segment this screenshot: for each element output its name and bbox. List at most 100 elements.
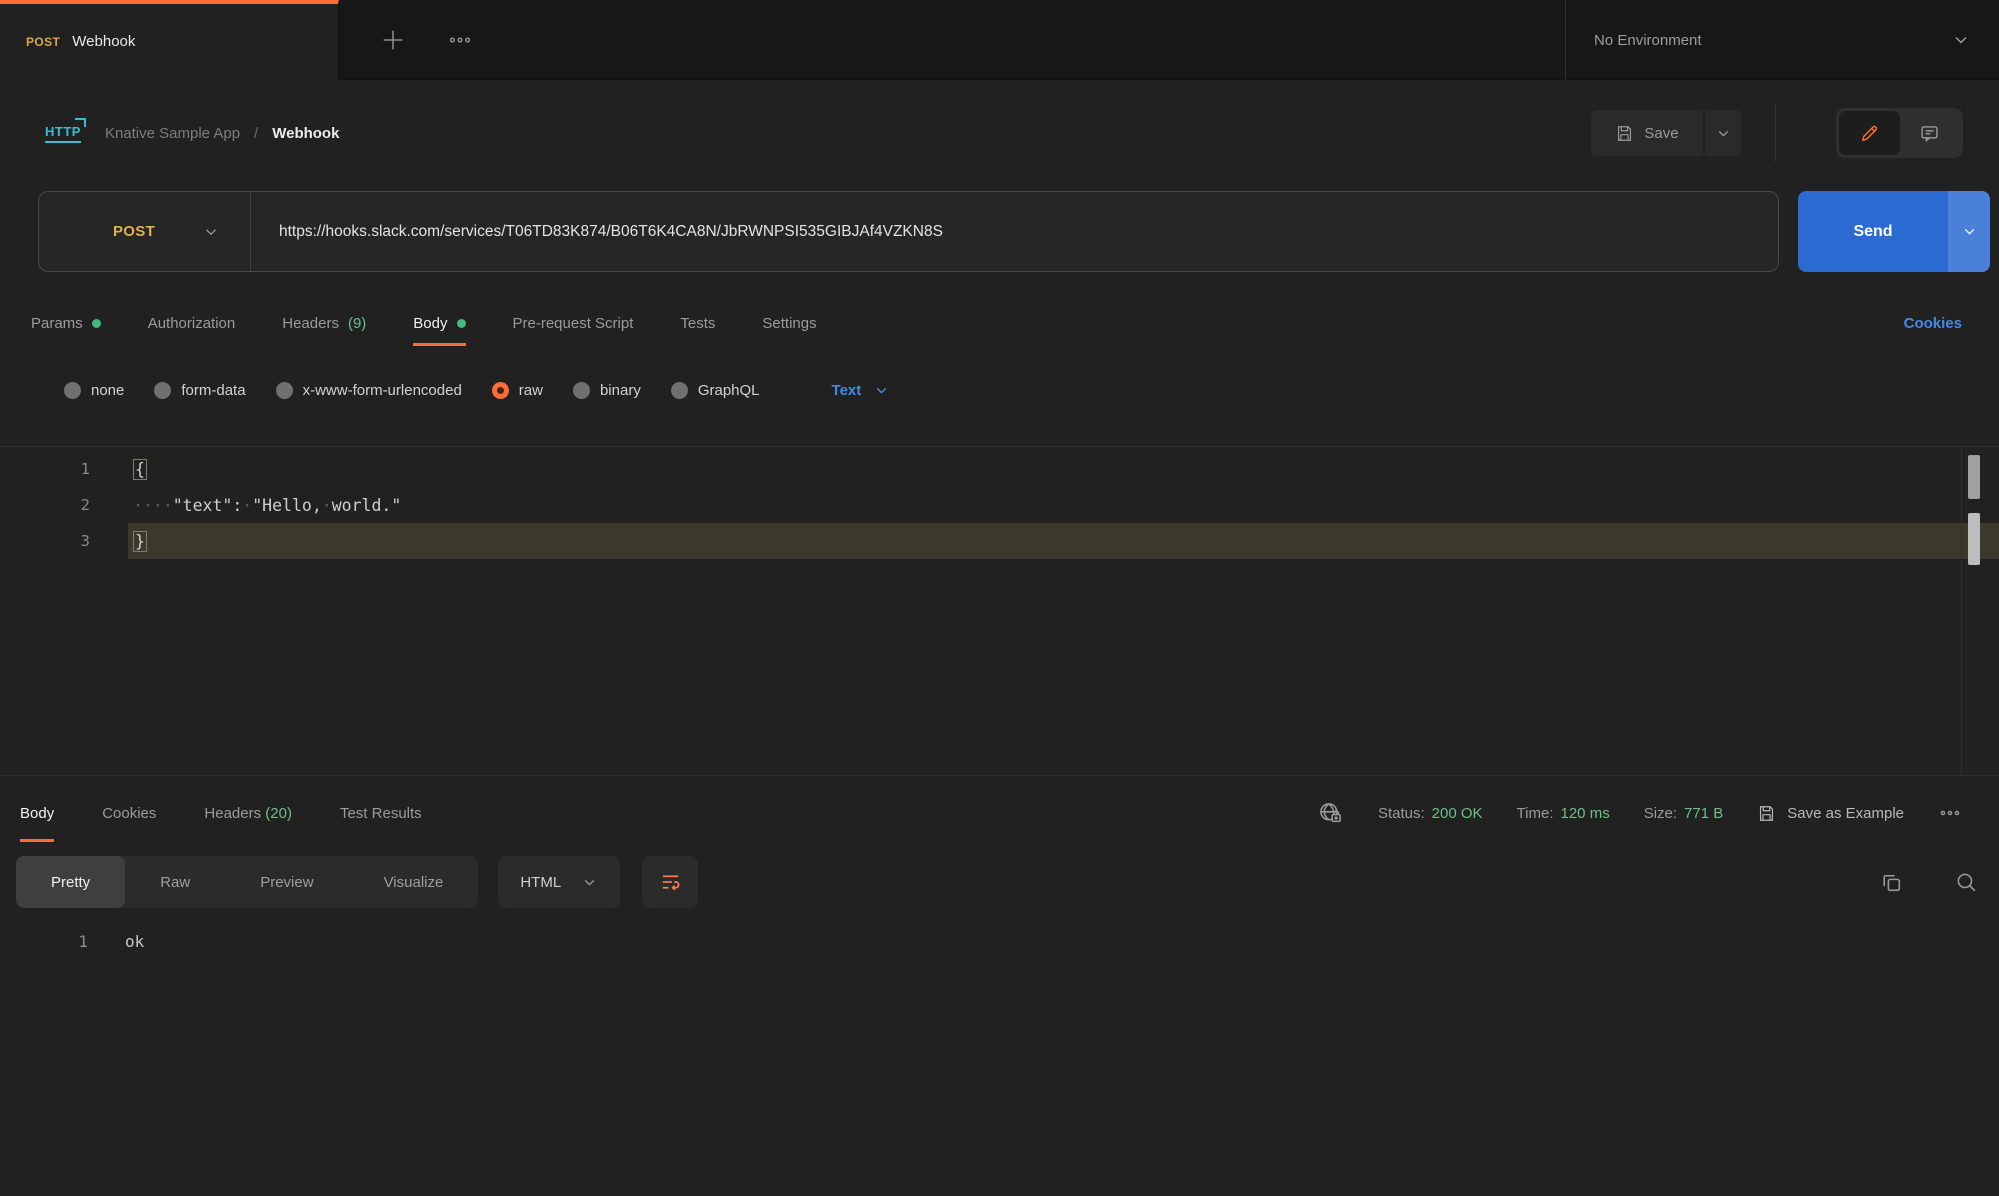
radio-graphql	[671, 382, 688, 399]
mode-binary-label: binary	[600, 382, 641, 399]
view-preview[interactable]: Preview	[225, 856, 348, 908]
save-button[interactable]: Save	[1591, 110, 1703, 156]
response-tab-headers[interactable]: Headers (20)	[204, 776, 292, 850]
radio-none	[64, 382, 81, 399]
tab-headers[interactable]: Headers (9)	[282, 300, 366, 346]
save-floppy-icon	[1615, 124, 1634, 143]
time-label: Time:	[1517, 805, 1554, 822]
response-meta: Status: 200 OK Time: 120 ms Size: 771 B …	[1317, 776, 1962, 850]
scrollbar-decoration	[1968, 455, 1980, 499]
response-tab-test-results[interactable]: Test Results	[340, 776, 422, 850]
save-as-example-button[interactable]: Save as Example	[1757, 804, 1904, 823]
save-options-caret[interactable]	[1705, 110, 1741, 156]
mode-graphql-label: GraphQL	[698, 382, 760, 399]
response-view-switcher: Pretty Raw Preview Visualize	[16, 856, 478, 908]
tab-settings[interactable]: Settings	[762, 300, 816, 346]
breadcrumb-collection[interactable]: Knative Sample App	[105, 125, 240, 142]
send-button-label: Send	[1853, 223, 1892, 241]
whitespace-dot: ·	[322, 496, 332, 515]
status-badge: Status: 200 OK	[1378, 805, 1483, 822]
network-info-button[interactable]	[1317, 800, 1344, 827]
response-header: Body Cookies Headers (20) Test Results S…	[0, 775, 1999, 850]
search-response-button[interactable]	[1954, 870, 1979, 895]
wrap-lines-button[interactable]	[642, 856, 698, 908]
body-mode-selector: none form-data x-www-form-urlencoded raw…	[64, 368, 890, 412]
pencil-icon	[1859, 123, 1880, 144]
mode-none-label: none	[91, 382, 124, 399]
editor-line-current: 3 }	[0, 523, 1999, 559]
tab-params[interactable]: Params	[31, 300, 101, 346]
raw-language-select[interactable]: Text	[832, 382, 891, 399]
tab-strip: POST Webhook No Environment	[0, 0, 1999, 80]
url-bar: POST	[38, 191, 1779, 272]
scrollbar-decoration	[1968, 513, 1980, 565]
tab-options-button[interactable]	[447, 27, 473, 53]
mode-urlencoded[interactable]: x-www-form-urlencoded	[276, 382, 462, 399]
response-body-line: 1 ok	[0, 922, 144, 960]
response-format-select[interactable]: HTML	[498, 856, 620, 908]
save-floppy-icon	[1757, 804, 1776, 823]
request-tabs: Params Authorization Headers (9) Body Pr…	[0, 300, 1999, 346]
send-options-caret[interactable]	[1948, 191, 1990, 272]
tab-params-label: Params	[31, 315, 83, 332]
method-select[interactable]: POST	[39, 192, 251, 271]
time-value: 120 ms	[1561, 805, 1610, 822]
tab-headers-label: Headers	[282, 315, 339, 332]
response-headers-count: (20)	[265, 805, 292, 822]
response-tab-test-results-label: Test Results	[340, 805, 422, 822]
view-visualize[interactable]: Visualize	[349, 856, 479, 908]
time-badge: Time: 120 ms	[1517, 805, 1610, 822]
close-brace: }	[133, 531, 147, 552]
view-pretty[interactable]: Pretty	[16, 856, 125, 908]
new-tab-button[interactable]	[379, 26, 407, 54]
tab-prerequest-label: Pre-request Script	[513, 315, 634, 332]
response-tab-cookies[interactable]: Cookies	[102, 776, 156, 850]
request-body-editor[interactable]: 1 { 2 ····"text":·"Hello,·world." 3 }	[0, 446, 1999, 775]
mode-form-data[interactable]: form-data	[154, 382, 245, 399]
view-raw[interactable]: Raw	[125, 856, 225, 908]
json-key: "text":	[173, 496, 243, 515]
http-protocol-icon: HTTP	[45, 124, 81, 143]
breadcrumb-request-name[interactable]: Webhook	[272, 125, 339, 142]
view-preview-label: Preview	[260, 874, 313, 891]
chevron-down-icon	[873, 382, 890, 399]
response-body-content: ok	[125, 932, 144, 951]
edit-documentation-button[interactable]	[1839, 111, 1900, 155]
tab-method-badge: POST	[26, 35, 60, 49]
tab-tests[interactable]: Tests	[680, 300, 715, 346]
body-modified-dot	[457, 319, 466, 328]
response-tab-body[interactable]: Body	[20, 776, 54, 850]
url-input[interactable]	[251, 223, 1778, 241]
editor-code: {	[133, 460, 147, 479]
tab-tests-label: Tests	[680, 315, 715, 332]
request-tab-webhook[interactable]: POST Webhook	[0, 0, 339, 80]
params-modified-dot	[92, 319, 101, 328]
mode-graphql[interactable]: GraphQL	[671, 382, 760, 399]
comments-button[interactable]	[1900, 111, 1961, 155]
response-tab-body-label: Body	[20, 805, 54, 822]
editor-ruler-border	[1961, 447, 1962, 775]
mode-binary[interactable]: binary	[573, 382, 641, 399]
status-value: 200 OK	[1432, 805, 1483, 822]
environment-selector[interactable]: No Environment	[1565, 0, 1999, 80]
tab-prerequest-script[interactable]: Pre-request Script	[513, 300, 634, 346]
search-icon	[1954, 870, 1979, 895]
tab-authorization[interactable]: Authorization	[148, 300, 236, 346]
response-options-button[interactable]	[1938, 801, 1962, 825]
postman-app: POST Webhook No Environment HTTP Knative…	[0, 0, 1999, 1196]
more-dots-icon	[1938, 801, 1962, 825]
cookies-link-label: Cookies	[1904, 315, 1962, 332]
copy-response-button[interactable]	[1879, 870, 1904, 895]
tab-body[interactable]: Body	[413, 300, 465, 346]
comment-icon	[1919, 123, 1940, 144]
mode-raw[interactable]: raw	[492, 382, 543, 399]
send-button[interactable]: Send	[1798, 191, 1948, 272]
plus-icon	[379, 26, 407, 54]
cookies-link[interactable]: Cookies	[1904, 300, 1999, 346]
headers-count-badge: (9)	[348, 315, 366, 332]
response-actions	[1879, 870, 1979, 895]
chevron-down-icon	[1961, 223, 1978, 240]
view-visualize-label: Visualize	[384, 874, 444, 891]
size-badge: Size: 771 B	[1644, 805, 1724, 822]
mode-none[interactable]: none	[64, 382, 124, 399]
